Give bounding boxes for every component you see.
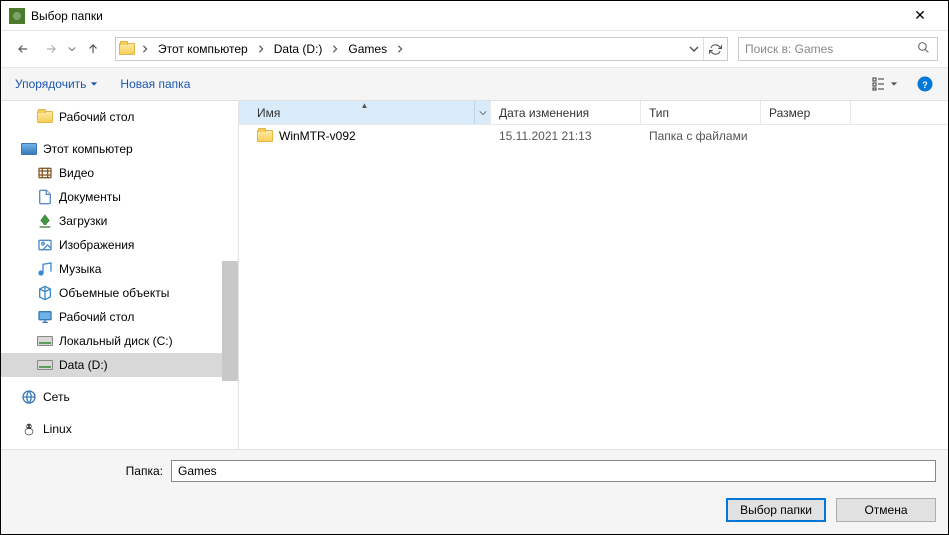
file-list[interactable]: WinMTR-v092 15.11.2021 21:13Папка с файла… [239, 125, 948, 449]
chevron-down-icon [90, 80, 98, 88]
sidebar-item-label: Изображения [59, 238, 134, 252]
breadcrumb-data-d[interactable]: Data (D:) [268, 38, 329, 60]
music-icon [37, 261, 53, 277]
monitor-icon [21, 141, 37, 157]
breadcrumb: Этот компьютер Data (D:) Games [152, 38, 407, 60]
sidebar-item-изображения[interactable]: Изображения [1, 233, 238, 257]
cancel-button[interactable]: Отмена [836, 498, 936, 522]
3d-icon [37, 285, 53, 301]
help-button[interactable]: ? [912, 71, 938, 97]
sidebar-item-label: Data (D:) [59, 358, 108, 372]
docs-icon [37, 189, 53, 205]
titlebar: Выбор папки ✕ [1, 1, 948, 31]
chevron-down-icon [890, 80, 898, 88]
organize-label: Упорядочить [15, 77, 86, 91]
network-icon [21, 389, 37, 405]
disk-icon [37, 357, 53, 373]
linux-icon [21, 421, 37, 437]
sort-indicator-icon: ▲ [361, 101, 369, 110]
sidebar-item-network[interactable]: Сеть [1, 385, 238, 409]
address-dropdown-icon[interactable] [689, 44, 699, 54]
sidebar-item-локальный-диск-c-[interactable]: Локальный диск (C:) [1, 329, 238, 353]
breadcrumb-root-sep[interactable] [138, 38, 152, 60]
sidebar-item-this-pc[interactable]: Этот компьютер [1, 137, 238, 161]
back-button[interactable] [11, 37, 35, 61]
refresh-button[interactable] [703, 38, 727, 60]
sidebar-item-label: Документы [59, 190, 121, 204]
images-icon [37, 237, 53, 253]
column-label: Имя [257, 106, 280, 120]
forward-button[interactable] [39, 37, 63, 61]
folder-icon [116, 43, 138, 55]
svg-text:?: ? [922, 80, 928, 90]
organize-button[interactable]: Упорядочить [11, 73, 102, 95]
video-icon [37, 165, 53, 181]
history-dropdown[interactable] [67, 45, 77, 53]
view-options-button[interactable] [872, 71, 898, 97]
navigation-bar: Этот компьютер Data (D:) Games [1, 31, 948, 67]
sidebar-item-label: Сеть [43, 390, 70, 404]
breadcrumb-games[interactable]: Games [342, 38, 393, 60]
search-box[interactable] [738, 37, 938, 61]
sidebar-item-desktop-quick[interactable]: Рабочий стол [1, 105, 238, 129]
body: Рабочий стол Этот компьютер Видео Докумен… [1, 101, 948, 449]
column-header-name[interactable]: ▲ Имя [239, 101, 491, 124]
sidebar-item-документы[interactable]: Документы [1, 185, 238, 209]
sidebar-item-label: Музыка [59, 262, 101, 276]
column-filter-dropdown[interactable] [474, 101, 490, 124]
folder-icon [257, 128, 273, 144]
breadcrumb-sep[interactable] [393, 38, 407, 60]
folder-field-label: Папка: [13, 464, 163, 478]
folder-icon [37, 109, 53, 125]
footer: Папка: Выбор папки Отмена [1, 449, 948, 534]
column-label: Тип [649, 106, 669, 120]
search-icon [917, 41, 931, 57]
file-date: 15.11.2021 21:13 [491, 129, 641, 143]
sidebar-item-label: Объемные объекты [59, 286, 169, 300]
search-input[interactable] [745, 42, 917, 56]
new-folder-label: Новая папка [120, 77, 190, 91]
column-header-size[interactable]: Размер [761, 101, 851, 124]
file-name: WinMTR-v092 [279, 129, 356, 143]
up-button[interactable] [81, 37, 105, 61]
column-header-date[interactable]: Дата изменения [491, 101, 641, 124]
downloads-icon [37, 213, 53, 229]
close-button[interactable]: ✕ [900, 7, 940, 24]
select-folder-button[interactable]: Выбор папки [726, 498, 826, 522]
breadcrumb-sep[interactable] [254, 38, 268, 60]
sidebar-item-data-d-[interactable]: Data (D:) [1, 353, 238, 377]
window-title: Выбор папки [31, 9, 900, 23]
folder-name-input[interactable] [171, 460, 936, 482]
sidebar-item-label: Рабочий стол [59, 310, 134, 324]
sidebar-item-загрузки[interactable]: Загрузки [1, 209, 238, 233]
column-label: Размер [769, 106, 810, 120]
column-headers: ▲ Имя Дата изменения Тип Размер [239, 101, 948, 125]
file-type: Папка с файлами [641, 129, 761, 143]
sidebar-item-музыка[interactable]: Музыка [1, 257, 238, 281]
column-label: Дата изменения [499, 106, 589, 120]
app-icon [9, 8, 25, 24]
disk-icon [37, 333, 53, 349]
desk-icon [37, 309, 53, 325]
breadcrumb-this-pc[interactable]: Этот компьютер [152, 38, 254, 60]
file-row[interactable]: WinMTR-v092 15.11.2021 21:13Папка с файла… [239, 125, 948, 147]
file-pane: ▲ Имя Дата изменения Тип Размер WinMTR-v… [239, 101, 948, 449]
sidebar-item-label: Linux [43, 422, 72, 436]
toolbar: Упорядочить Новая папка ? [1, 67, 948, 101]
sidebar-item-label: Загрузки [59, 214, 107, 228]
sidebar-item-label: Этот компьютер [43, 142, 133, 156]
sidebar-item-объемные-объекты[interactable]: Объемные объекты [1, 281, 238, 305]
new-folder-button[interactable]: Новая папка [116, 73, 194, 95]
sidebar-item-рабочий-стол[interactable]: Рабочий стол [1, 305, 238, 329]
sidebar-item-label: Локальный диск (C:) [59, 334, 173, 348]
sidebar-item-label: Рабочий стол [59, 110, 134, 124]
scrollbar-thumb[interactable] [222, 261, 238, 381]
sidebar-item-label: Видео [59, 166, 94, 180]
column-header-type[interactable]: Тип [641, 101, 761, 124]
breadcrumb-sep[interactable] [328, 38, 342, 60]
sidebar-item-linux[interactable]: Linux [1, 417, 238, 441]
address-bar[interactable]: Этот компьютер Data (D:) Games [115, 37, 728, 61]
sidebar-item-видео[interactable]: Видео [1, 161, 238, 185]
sidebar: Рабочий стол Этот компьютер Видео Докумен… [1, 101, 239, 449]
